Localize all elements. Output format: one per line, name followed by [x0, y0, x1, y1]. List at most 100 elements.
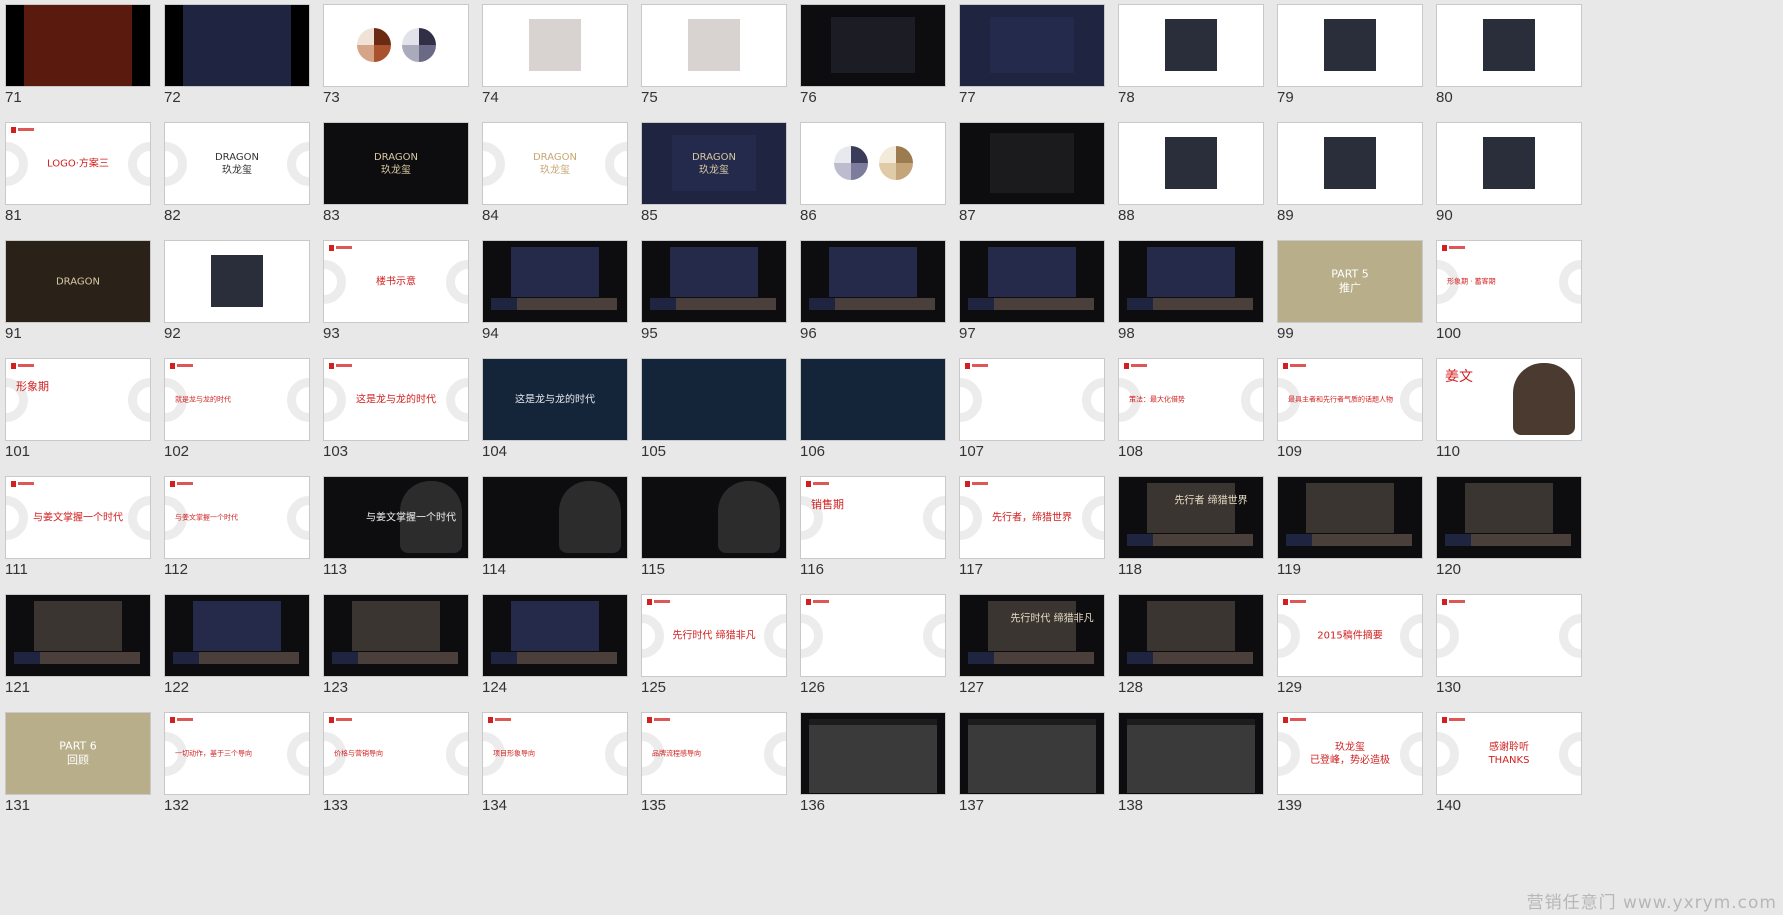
slide-thumbnail-cell[interactable]: 95	[641, 240, 787, 352]
slide-thumbnail[interactable]: PART 5 推广	[1277, 240, 1423, 323]
slide-thumbnail-cell[interactable]: 姜文 110	[1436, 358, 1582, 470]
slide-thumbnail-cell[interactable]: 94	[482, 240, 628, 352]
slide-thumbnail-cell[interactable]: 72	[164, 4, 310, 116]
slide-thumbnail-cell[interactable]: 136	[800, 712, 946, 824]
slide-thumbnail[interactable]: 2015稿件摘要	[1277, 594, 1423, 677]
slide-thumbnail[interactable]	[5, 4, 151, 87]
slide-thumbnail[interactable]	[800, 122, 946, 205]
slide-thumbnail[interactable]: 姜文	[1436, 358, 1582, 441]
slide-thumbnail-cell[interactable]: 119	[1277, 476, 1423, 588]
slide-thumbnail[interactable]: 这是龙与龙的时代	[323, 358, 469, 441]
slide-thumbnail[interactable]	[959, 358, 1105, 441]
slide-thumbnail-cell[interactable]: 115	[641, 476, 787, 588]
slide-thumbnail-cell[interactable]: 96	[800, 240, 946, 352]
slide-thumbnail-cell[interactable]: 105	[641, 358, 787, 470]
slide-thumbnail-cell[interactable]: 122	[164, 594, 310, 706]
slide-thumbnail-cell[interactable]: 137	[959, 712, 1105, 824]
slide-thumbnail-cell[interactable]: 2015稿件摘要 129	[1277, 594, 1423, 706]
slide-thumbnail[interactable]: 形象期	[5, 358, 151, 441]
slide-thumbnail[interactable]: 与姜文掌握一个时代	[164, 476, 310, 559]
slide-thumbnail[interactable]: 销售期	[800, 476, 946, 559]
slide-thumbnail-cell[interactable]: 与姜文掌握一个时代 113	[323, 476, 469, 588]
slide-thumbnail-cell[interactable]: 形象期 101	[5, 358, 151, 470]
slide-thumbnail-cell[interactable]: 先行时代 缔猎非凡 127	[959, 594, 1105, 706]
slide-thumbnail[interactable]: 先行者 缔猎世界	[1118, 476, 1264, 559]
slide-thumbnail-cell[interactable]: 86	[800, 122, 946, 234]
slide-thumbnail[interactable]: 一切动作，基于三个导向	[164, 712, 310, 795]
slide-thumbnail-cell[interactable]: 130	[1436, 594, 1582, 706]
slide-thumbnail[interactable]	[800, 594, 946, 677]
slide-thumbnail-cell[interactable]: 这是龙与龙的时代 103	[323, 358, 469, 470]
slide-thumbnail[interactable]	[641, 4, 787, 87]
slide-thumbnail-cell[interactable]: 先行者，缔猎世界 117	[959, 476, 1105, 588]
slide-thumbnail[interactable]	[482, 240, 628, 323]
slide-thumbnail[interactable]	[959, 4, 1105, 87]
slide-thumbnail-cell[interactable]: 74	[482, 4, 628, 116]
slide-thumbnail-cell[interactable]: 感谢聆听 THANKS 140	[1436, 712, 1582, 824]
slide-thumbnail-cell[interactable]: 79	[1277, 4, 1423, 116]
slide-thumbnail[interactable]: 先行时代 缔猎非凡	[959, 594, 1105, 677]
slide-thumbnail[interactable]: 品牌流程感导向	[641, 712, 787, 795]
slide-thumbnail[interactable]	[1118, 4, 1264, 87]
slide-thumbnail[interactable]	[482, 594, 628, 677]
slide-thumbnail[interactable]	[164, 4, 310, 87]
slide-thumbnail-cell[interactable]: 107	[959, 358, 1105, 470]
slide-thumbnail-cell[interactable]: 126	[800, 594, 946, 706]
slide-thumbnail-cell[interactable]: DRAGON 玖龙玺 83	[323, 122, 469, 234]
slide-thumbnail-cell[interactable]: 价格与营销导向 133	[323, 712, 469, 824]
slide-thumbnail-cell[interactable]: 121	[5, 594, 151, 706]
slide-thumbnail[interactable]: 与姜文掌握一个时代	[323, 476, 469, 559]
slide-thumbnail[interactable]	[1436, 4, 1582, 87]
slide-thumbnail[interactable]	[164, 240, 310, 323]
slide-thumbnail[interactable]	[164, 594, 310, 677]
slide-thumbnail[interactable]	[800, 358, 946, 441]
slide-thumbnail-cell[interactable]: 先行者 缔猎世界 118	[1118, 476, 1264, 588]
slide-thumbnail[interactable]	[641, 358, 787, 441]
slide-thumbnail-cell[interactable]: 106	[800, 358, 946, 470]
slide-thumbnail[interactable]	[959, 240, 1105, 323]
slide-thumbnail-cell[interactable]: 品牌流程感导向 135	[641, 712, 787, 824]
slide-thumbnail[interactable]	[959, 122, 1105, 205]
slide-thumbnail-cell[interactable]: 98	[1118, 240, 1264, 352]
slide-thumbnail[interactable]: 最具主者和先行者气质的话题人物	[1277, 358, 1423, 441]
slide-thumbnail[interactable]	[1118, 240, 1264, 323]
slide-thumbnail[interactable]	[641, 476, 787, 559]
slide-thumbnail-cell[interactable]: LOGO·方案三 81	[5, 122, 151, 234]
slide-thumbnail[interactable]	[1436, 122, 1582, 205]
slide-thumbnail-cell[interactable]: 77	[959, 4, 1105, 116]
slide-thumbnail-cell[interactable]: 124	[482, 594, 628, 706]
slide-thumbnail[interactable]: LOGO·方案三	[5, 122, 151, 205]
slide-thumbnail-cell[interactable]: 71	[5, 4, 151, 116]
slide-thumbnail-cell[interactable]: 123	[323, 594, 469, 706]
slide-thumbnail-cell[interactable]: 92	[164, 240, 310, 352]
slide-thumbnail-cell[interactable]: 76	[800, 4, 946, 116]
slide-thumbnail[interactable]: 先行者，缔猎世界	[959, 476, 1105, 559]
slide-thumbnail-cell[interactable]: 与姜文掌握一个时代 112	[164, 476, 310, 588]
slide-thumbnail-cell[interactable]: DRAGON 91	[5, 240, 151, 352]
slide-thumbnail[interactable]: DRAGON 玖龙玺	[482, 122, 628, 205]
slide-thumbnail-cell[interactable]: DRAGON 玖龙玺 85	[641, 122, 787, 234]
slide-thumbnail[interactable]: 形象期 · 蓄客期	[1436, 240, 1582, 323]
slide-thumbnail-cell[interactable]: 138	[1118, 712, 1264, 824]
slide-thumbnail[interactable]: 楼书示意	[323, 240, 469, 323]
slide-thumbnail[interactable]	[482, 476, 628, 559]
slide-thumbnail[interactable]: DRAGON	[5, 240, 151, 323]
slide-thumbnail[interactable]: 项目形象导向	[482, 712, 628, 795]
slide-thumbnail-cell[interactable]: 78	[1118, 4, 1264, 116]
slide-thumbnail-cell[interactable]: 销售期 116	[800, 476, 946, 588]
slide-thumbnail[interactable]	[800, 4, 946, 87]
slide-thumbnail-cell[interactable]: 97	[959, 240, 1105, 352]
slide-thumbnail[interactable]	[323, 594, 469, 677]
slide-thumbnail[interactable]: 就是龙与龙的时代	[164, 358, 310, 441]
slide-thumbnail-cell[interactable]: 87	[959, 122, 1105, 234]
slide-thumbnail[interactable]: 感谢聆听 THANKS	[1436, 712, 1582, 795]
slide-thumbnail[interactable]: 先行时代 缔猎非凡	[641, 594, 787, 677]
slide-thumbnail[interactable]	[482, 4, 628, 87]
slide-thumbnail-cell[interactable]: 这是龙与龙的时代 104	[482, 358, 628, 470]
slide-thumbnail-cell[interactable]: 90	[1436, 122, 1582, 234]
slide-thumbnail[interactable]	[1118, 594, 1264, 677]
slide-thumbnail-cell[interactable]: 88	[1118, 122, 1264, 234]
slide-thumbnail-cell[interactable]: 一切动作，基于三个导向 132	[164, 712, 310, 824]
slide-thumbnail[interactable]	[959, 712, 1105, 795]
slide-thumbnail[interactable]	[1277, 4, 1423, 87]
